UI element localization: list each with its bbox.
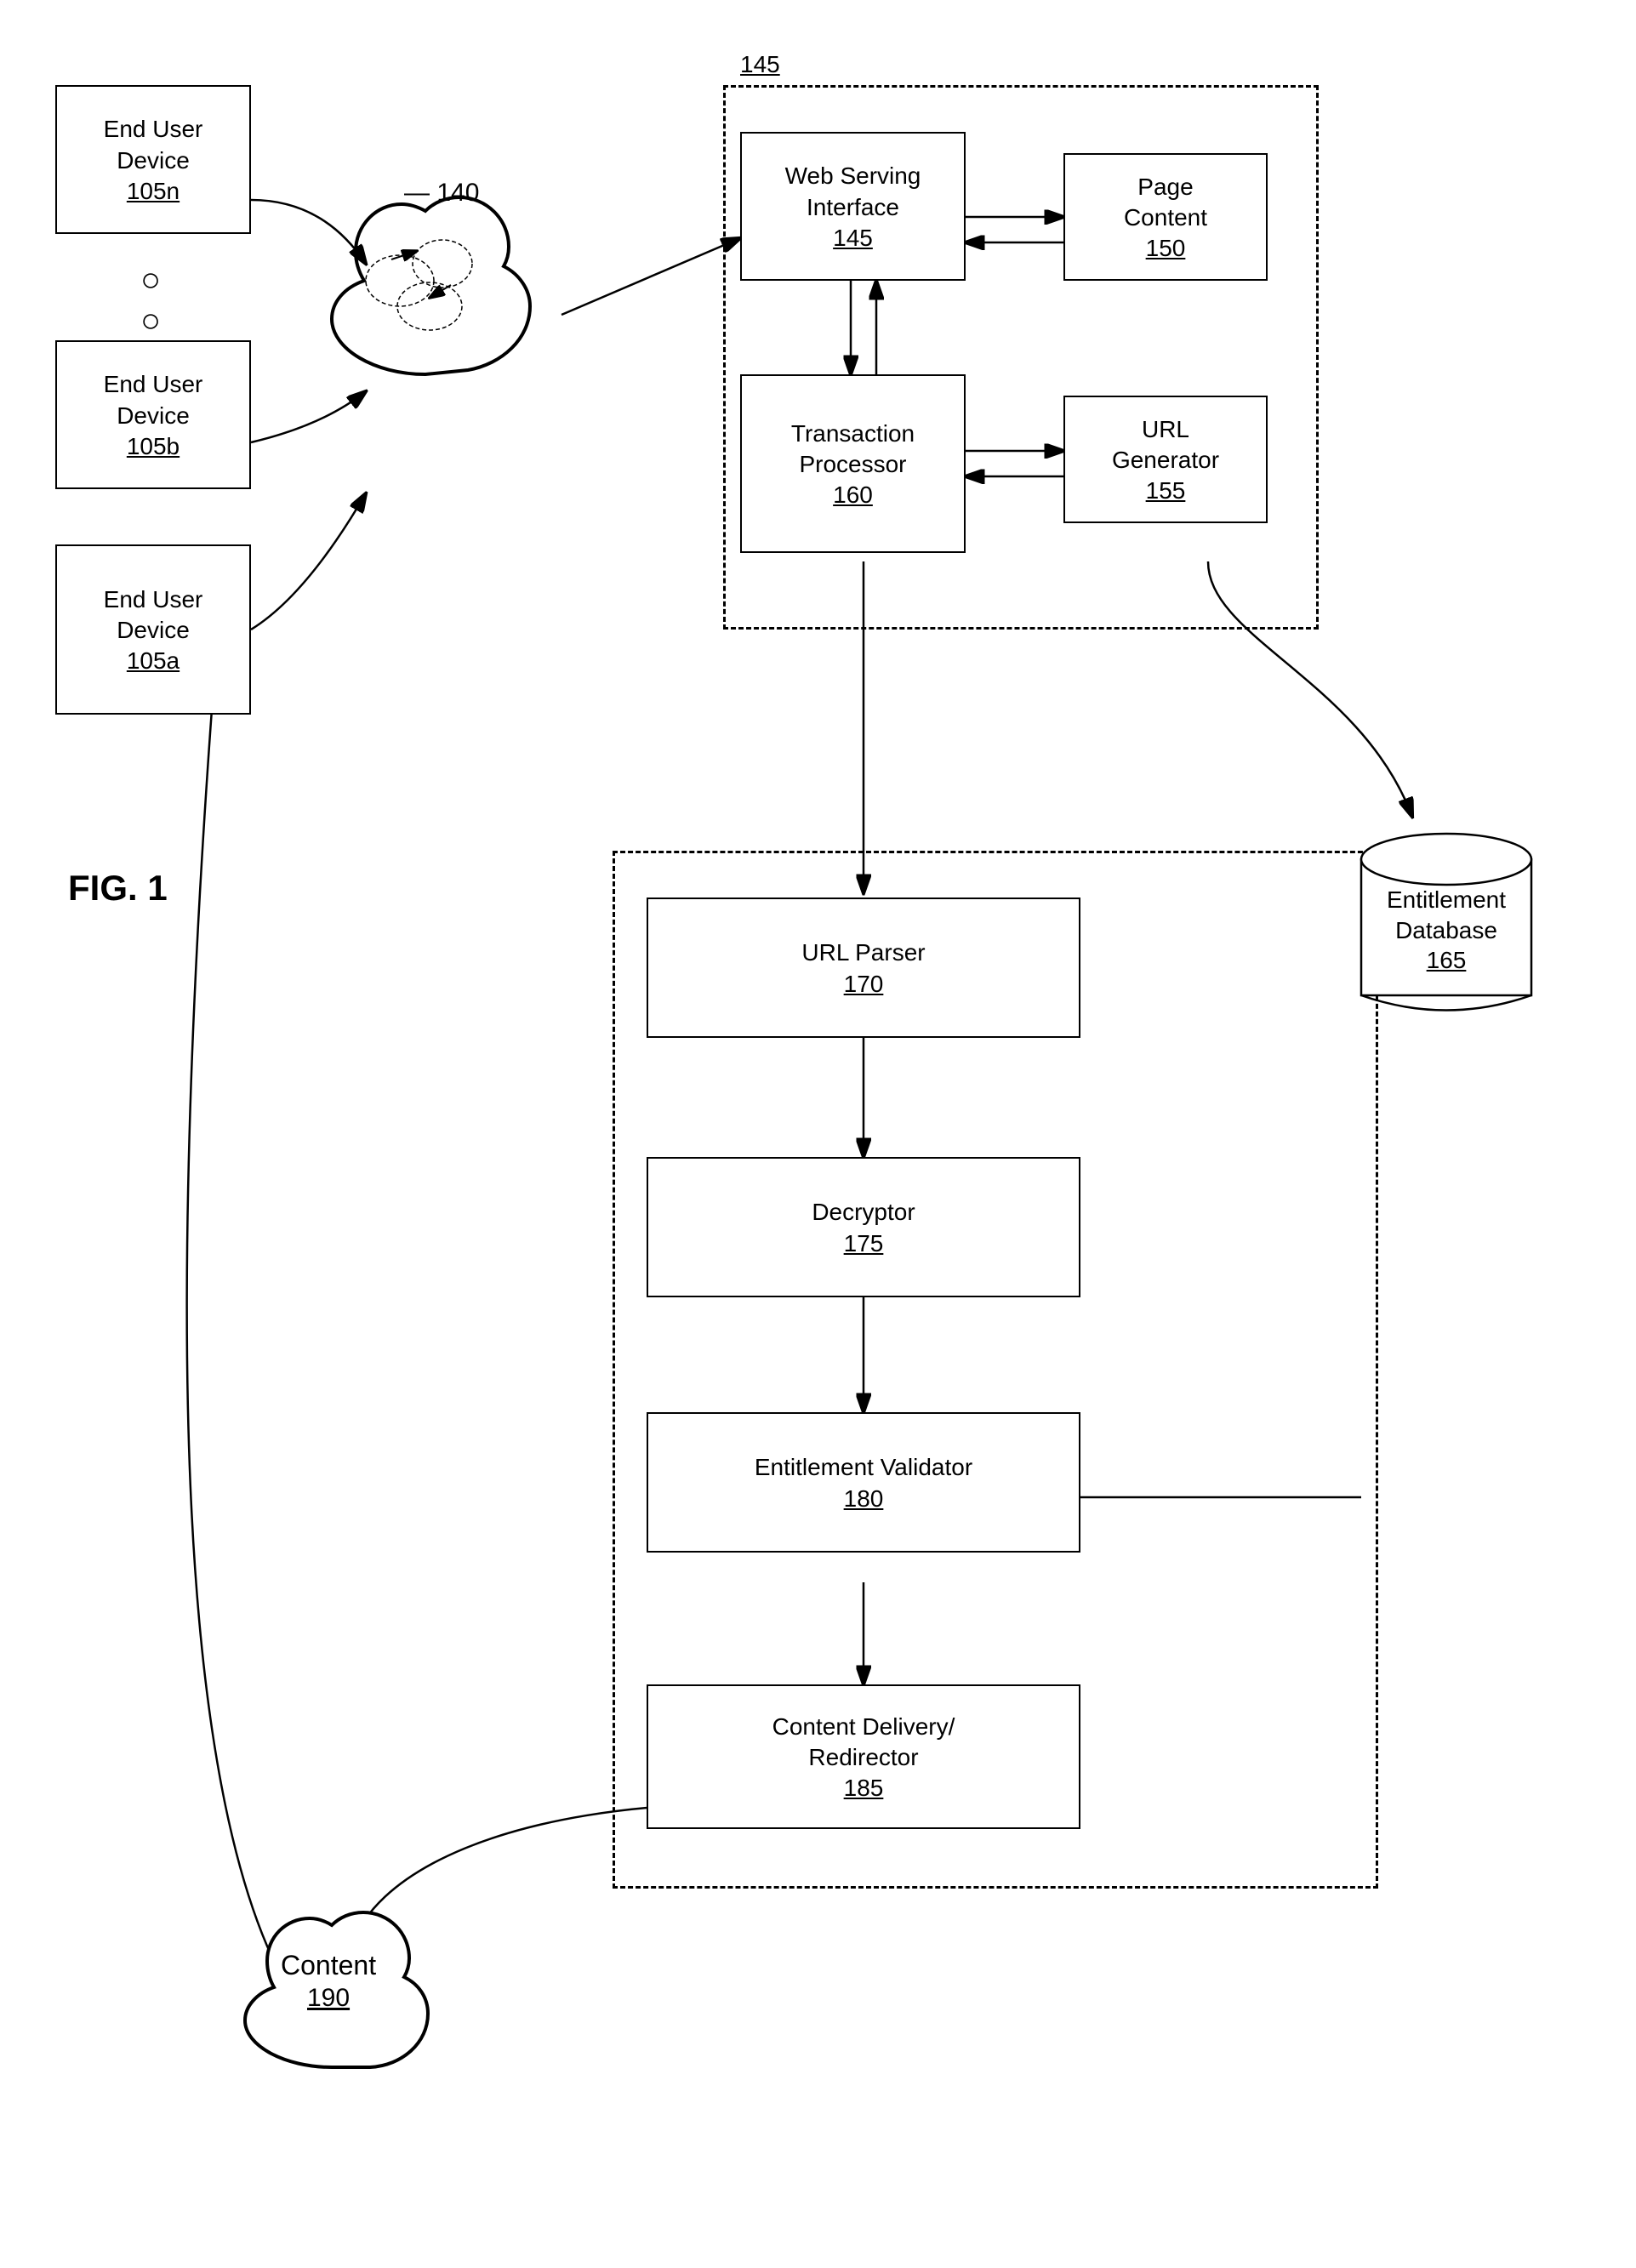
end-user-a-label: End UserDevice xyxy=(104,584,203,647)
entitlement-database: EntitlementDatabase 165 xyxy=(1353,817,1540,1029)
page-content-label: PageContent xyxy=(1124,172,1207,234)
url-generator-number: 155 xyxy=(1146,477,1186,504)
transaction-processor-label: TransactionProcessor xyxy=(791,419,915,481)
url-parser-label: URL Parser xyxy=(801,937,925,968)
web-serving-number: 145 xyxy=(833,225,873,252)
figure-label: FIG. 1 xyxy=(68,868,168,909)
url-generator-label: URLGenerator xyxy=(1112,414,1219,476)
end-user-b-label: End UserDevice xyxy=(104,369,203,431)
decryptor-box: Decryptor 175 xyxy=(647,1157,1080,1297)
page-content-number: 150 xyxy=(1146,235,1186,262)
entitlement-db-label: EntitlementDatabase xyxy=(1387,886,1506,943)
web-serving-interface-box: Web Serving Interface 145 xyxy=(740,132,966,281)
network-ref: — 140 xyxy=(404,179,479,208)
end-user-a-number: 105a xyxy=(127,647,180,675)
entitlement-validator-box: Entitlement Validator 180 xyxy=(647,1412,1080,1553)
content-delivery-number: 185 xyxy=(844,1775,884,1802)
decryptor-label: Decryptor xyxy=(812,1197,915,1228)
content-delivery-label: Content Delivery/Redirector xyxy=(772,1712,955,1774)
content-number: 190 xyxy=(307,1984,350,2012)
device-dots: ○○ xyxy=(140,259,161,341)
web-serving-label: Web Serving Interface xyxy=(785,161,921,223)
decryptor-number: 175 xyxy=(844,1230,884,1257)
content-label: Content xyxy=(281,1950,376,1980)
end-user-n-number: 105n xyxy=(127,178,180,205)
end-user-n-label: End UserDevice xyxy=(104,114,203,176)
end-user-device-b-box: End UserDevice 105b xyxy=(55,340,251,489)
url-parser-box: URL Parser 170 xyxy=(647,898,1080,1038)
transaction-processor-number: 160 xyxy=(833,482,873,509)
content-delivery-box: Content Delivery/Redirector 185 xyxy=(647,1684,1080,1829)
content-label-group: Content 190 xyxy=(281,1948,376,2013)
end-user-b-number: 105b xyxy=(127,433,180,460)
server-group-ref: 145 xyxy=(740,51,780,78)
url-parser-number: 170 xyxy=(844,971,884,998)
end-user-device-n-box: End UserDevice 105n xyxy=(55,85,251,234)
entitlement-validator-number: 180 xyxy=(844,1485,884,1513)
url-generator-box: URLGenerator 155 xyxy=(1063,396,1268,523)
entitlement-db-number: 165 xyxy=(1427,947,1467,973)
network-cloud xyxy=(306,179,544,417)
end-user-device-a-box: End UserDevice 105a xyxy=(55,544,251,715)
entitlement-validator-label: Entitlement Validator xyxy=(755,1452,972,1483)
page-content-box: PageContent 150 xyxy=(1063,153,1268,281)
transaction-processor-box: TransactionProcessor 160 xyxy=(740,374,966,553)
